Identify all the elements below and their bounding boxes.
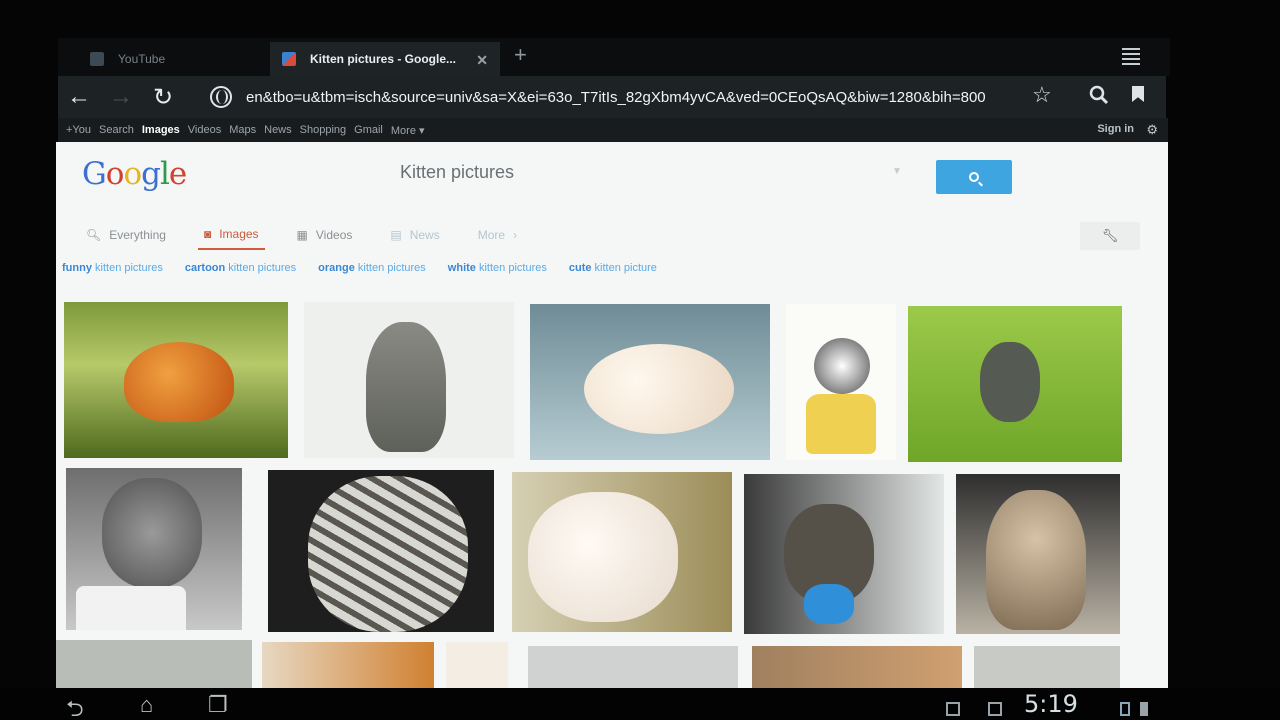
back-icon[interactable]: ⮌ — [66, 692, 84, 720]
google-logo[interactable]: Google — [82, 156, 187, 192]
image-result[interactable] — [64, 302, 288, 458]
image-result[interactable] — [66, 468, 242, 630]
menu-icon[interactable] — [1122, 48, 1140, 68]
image-result[interactable] — [530, 304, 770, 460]
tab-title: Kitten pictures - Google... — [310, 52, 457, 66]
gbar-link-search[interactable]: Search — [99, 124, 134, 136]
related-search-link[interactable]: cute kitten picture — [569, 262, 657, 274]
tab-youtube[interactable]: YouTube — [78, 42, 268, 76]
tab-more[interactable]: More › — [472, 220, 531, 250]
tab-label: More — [477, 228, 506, 242]
related-search-link[interactable]: orange kitten pictures — [318, 262, 426, 274]
reload-button[interactable]: ↻ — [142, 76, 184, 118]
tab-title: YouTube — [118, 52, 166, 66]
gbar-link-maps[interactable]: Maps — [229, 124, 256, 136]
back-button[interactable]: ← — [58, 76, 100, 118]
image-result[interactable] — [446, 642, 508, 688]
notification-icon[interactable] — [988, 702, 1002, 716]
gbar-link-images[interactable]: Images — [142, 124, 180, 136]
system-navigation-bar: ⮌ ⌂ ❐ 5:19 — [0, 688, 1280, 720]
news-icon: ▤ — [390, 228, 402, 242]
film-icon: ▦ — [296, 228, 308, 242]
recent-apps-icon[interactable]: ❐ — [208, 692, 228, 718]
image-result[interactable] — [262, 642, 434, 688]
close-icon[interactable]: ✕ — [476, 52, 488, 69]
home-icon[interactable]: ⌂ — [140, 692, 153, 718]
tab-label: News — [409, 228, 440, 242]
wrench-icon: 🔧︎ — [1101, 228, 1119, 243]
image-result[interactable] — [268, 470, 494, 632]
chevron-down-icon[interactable]: ▼ — [892, 166, 902, 177]
search-tools-button[interactable]: 🔧︎ — [1080, 222, 1140, 250]
gbar-link-videos[interactable]: Videos — [188, 124, 221, 136]
star-icon[interactable]: ☆ — [1032, 82, 1052, 108]
related-search-link[interactable]: cartoon kitten pictures — [185, 262, 296, 274]
address-bar[interactable]: en&tbo=u&tbm=isch&source=univ&sa=X&ei=63… — [210, 82, 1032, 112]
bookmarks-icon[interactable] — [1132, 86, 1144, 102]
search-button[interactable] — [936, 160, 1012, 194]
tab-videos[interactable]: ▦ Videos — [291, 220, 359, 250]
sign-in-link[interactable]: Sign in — [1097, 123, 1134, 135]
tab-everything[interactable]: 🔍︎ Everything — [80, 220, 172, 250]
image-result[interactable] — [908, 306, 1122, 462]
image-result[interactable] — [512, 472, 732, 632]
related-searches: funny kitten pictures cartoon kitten pic… — [62, 262, 679, 274]
status-clock: 5:19 — [1024, 690, 1078, 718]
battery-icon — [1140, 702, 1148, 716]
gear-icon[interactable]: ⚙ — [1146, 122, 1158, 138]
tab-kitten-pictures[interactable]: Kitten pictures - Google... ✕ — [270, 42, 500, 76]
google-favicon-icon — [282, 52, 296, 66]
chevron-right-icon: › — [513, 228, 518, 242]
search-icon[interactable] — [1088, 84, 1110, 106]
image-result[interactable] — [786, 304, 896, 460]
image-result[interactable] — [974, 646, 1120, 688]
tab-news[interactable]: ▤ News — [384, 220, 445, 250]
search-icon: 🔍︎ — [86, 228, 102, 242]
notification-icon[interactable] — [946, 702, 960, 716]
vertical-tabs: 🔍︎ Everything ◙ Images ▦ Videos ▤ News M… — [80, 220, 557, 250]
google-bar: +You Search Images Videos Maps News Shop… — [58, 118, 1168, 142]
new-tab-button[interactable]: + — [514, 42, 527, 68]
image-result[interactable] — [528, 646, 738, 688]
related-search-link[interactable]: white kitten pictures — [448, 262, 547, 274]
image-result[interactable] — [752, 646, 962, 688]
url-text[interactable]: en&tbo=u&tbm=isch&source=univ&sa=X&ei=63… — [246, 89, 986, 106]
gbar-link-shopping[interactable]: Shopping — [300, 124, 347, 136]
gbar-link-gmail[interactable]: Gmail — [354, 124, 383, 136]
gbar-link-more[interactable]: More ▾ — [391, 124, 425, 137]
tab-images[interactable]: ◙ Images — [197, 220, 265, 250]
image-result[interactable] — [304, 302, 514, 458]
gbar-link-plus-you[interactable]: +You — [66, 124, 91, 136]
image-result[interactable] — [744, 474, 944, 634]
youtube-favicon-icon — [90, 52, 104, 66]
related-search-link[interactable]: funny kitten pictures — [62, 262, 163, 274]
tab-strip: YouTube Kitten pictures - Google... ✕ + — [58, 38, 1170, 76]
forward-button[interactable]: → — [100, 76, 142, 118]
image-result[interactable] — [56, 640, 252, 688]
image-result[interactable] — [956, 474, 1120, 634]
search-icon — [969, 172, 979, 182]
wifi-icon — [1120, 702, 1130, 716]
search-input[interactable]: Kitten pictures — [400, 162, 514, 183]
tab-label: Images — [219, 227, 259, 241]
tab-label: Videos — [315, 228, 353, 242]
browser-toolbar: ← → ↻ en&tbo=u&tbm=isch&source=univ&sa=X… — [58, 76, 1166, 118]
gbar-link-news[interactable]: News — [264, 124, 292, 136]
search-results-page: Google Kitten pictures ▼ 🔍︎ Everything ◙… — [56, 142, 1168, 688]
camera-icon: ◙ — [203, 227, 212, 241]
tab-label: Everything — [109, 228, 166, 242]
globe-icon — [210, 86, 232, 108]
